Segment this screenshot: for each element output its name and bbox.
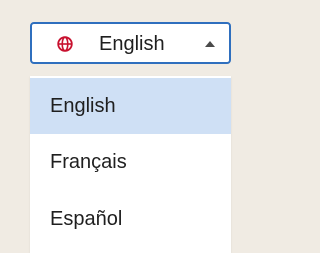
- language-option-english[interactable]: English: [30, 78, 231, 134]
- selected-language-label: English: [99, 33, 165, 55]
- globe-icon: [57, 36, 73, 52]
- caret-up-icon: [205, 41, 215, 47]
- language-menu: English Français Español: [30, 76, 231, 253]
- language-selector-button[interactable]: English: [30, 22, 231, 64]
- language-option-francais[interactable]: Français: [30, 134, 231, 190]
- language-option-espanol[interactable]: Español: [30, 191, 231, 247]
